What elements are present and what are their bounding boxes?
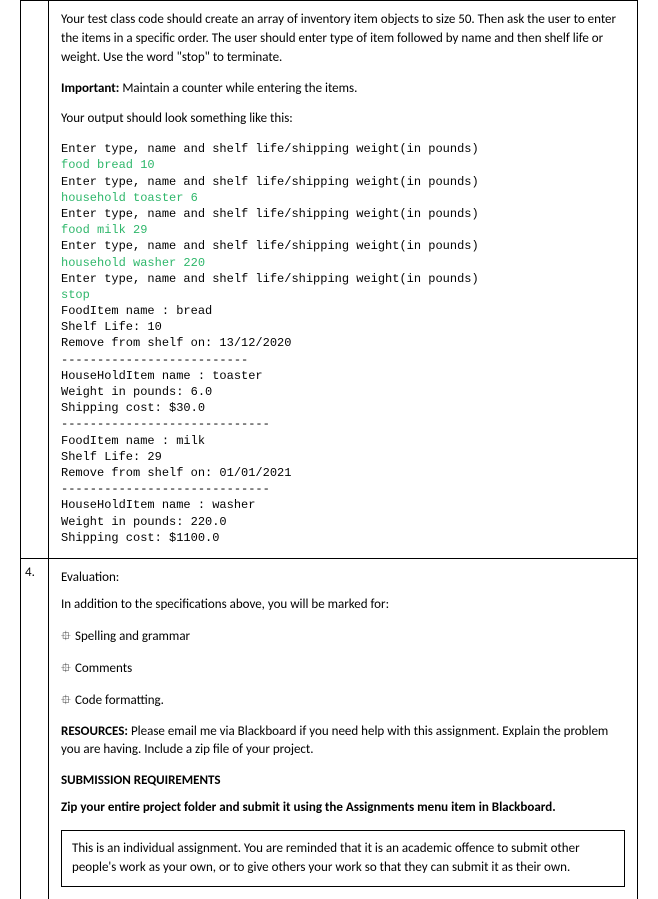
bullet-icon: ⯐ [61,659,75,681]
important-label: Important: [61,81,119,96]
code-input: household washer 220 [61,256,205,270]
code-input: food bread 10 [61,158,155,172]
bullet-text: Code formatting. [75,693,164,708]
code-output-divider: ----------------------------- [61,482,270,496]
list-item: ⯐Comments [61,659,625,681]
code-output-divider: -------------------------- [61,353,248,367]
code-output-line: HouseHoldItem name : washer [61,498,255,512]
code-prompt: Enter type, name and shelf life/shipping… [61,175,479,189]
output-lead: Your output should look something like t… [61,110,625,129]
code-output-line: Weight in pounds: 220.0 [61,515,227,529]
code-output-line: Weight in pounds: 6.0 [61,385,212,399]
code-input: food milk 29 [61,223,147,237]
code-prompt: Enter type, name and shelf life/shipping… [61,207,479,221]
code-input: household toaster 6 [61,191,198,205]
submission-text: Zip your entire project folder and submi… [61,799,625,818]
code-output-line: FoodItem name : bread [61,304,212,318]
evaluation-lead: In addition to the specifications above,… [61,596,625,615]
important-paragraph: Important: Maintain a counter while ente… [61,80,625,99]
evaluation-bullets: ⯐Spelling and grammar ⯐Comments ⯐Code fo… [61,627,625,713]
code-output-line: HouseHoldItem name : toaster [61,369,263,383]
code-input: stop [61,288,90,302]
code-output-divider: ----------------------------- [61,417,270,431]
important-text: Maintain a counter while entering the it… [119,81,357,96]
code-output-line: Remove from shelf on: 13/12/2020 [61,336,291,350]
code-output-line: Remove from shelf on: 01/01/2021 [61,466,291,480]
code-output-line: Shelf Life: 10 [61,320,162,334]
submission-heading: SUBMISSION REQUIREMENTS [61,772,625,791]
page-container: Your test class code should create an ar… [20,0,638,899]
code-prompt: Enter type, name and shelf life/shipping… [61,142,479,156]
resources-paragraph: RESOURCES: Please email me via Blackboar… [61,723,625,761]
code-output-line: FoodItem name : milk [61,434,205,448]
academic-notice: This is an individual assignment. You ar… [61,830,625,887]
code-prompt: Enter type, name and shelf life/shipping… [61,272,479,286]
evaluation-heading: Evaluation: [61,569,625,588]
bullet-icon: ⯐ [61,691,75,713]
code-output-line: Shipping cost: $30.0 [61,401,205,415]
list-item: ⯐Spelling and grammar [61,627,625,649]
row-number [21,1,49,558]
code-prompt: Enter type, name and shelf life/shipping… [61,239,479,253]
table-row: Your test class code should create an ar… [21,1,637,559]
list-item: ⯐Code formatting. [61,691,625,713]
code-output-line: Shelf Life: 29 [61,450,162,464]
resources-text: Please email me via Blackboard if you ne… [61,724,608,758]
notice-text: This is an individual assignment. You ar… [72,841,580,876]
bullet-text: Comments [75,661,132,676]
row-content: Your test class code should create an ar… [49,1,637,558]
table-row: 4. Evaluation: In addition to the specif… [21,559,637,899]
resources-label: RESOURCES: [61,724,128,739]
sample-output: Enter type, name and shelf life/shipping… [61,141,625,546]
code-output-line: Shipping cost: $1100.0 [61,531,219,545]
row-content: Evaluation: In addition to the specifica… [49,559,637,899]
bullet-icon: ⯐ [61,627,75,649]
bullet-text: Spelling and grammar [75,629,190,644]
intro-paragraph: Your test class code should create an ar… [61,11,625,68]
row-number: 4. [21,559,49,899]
